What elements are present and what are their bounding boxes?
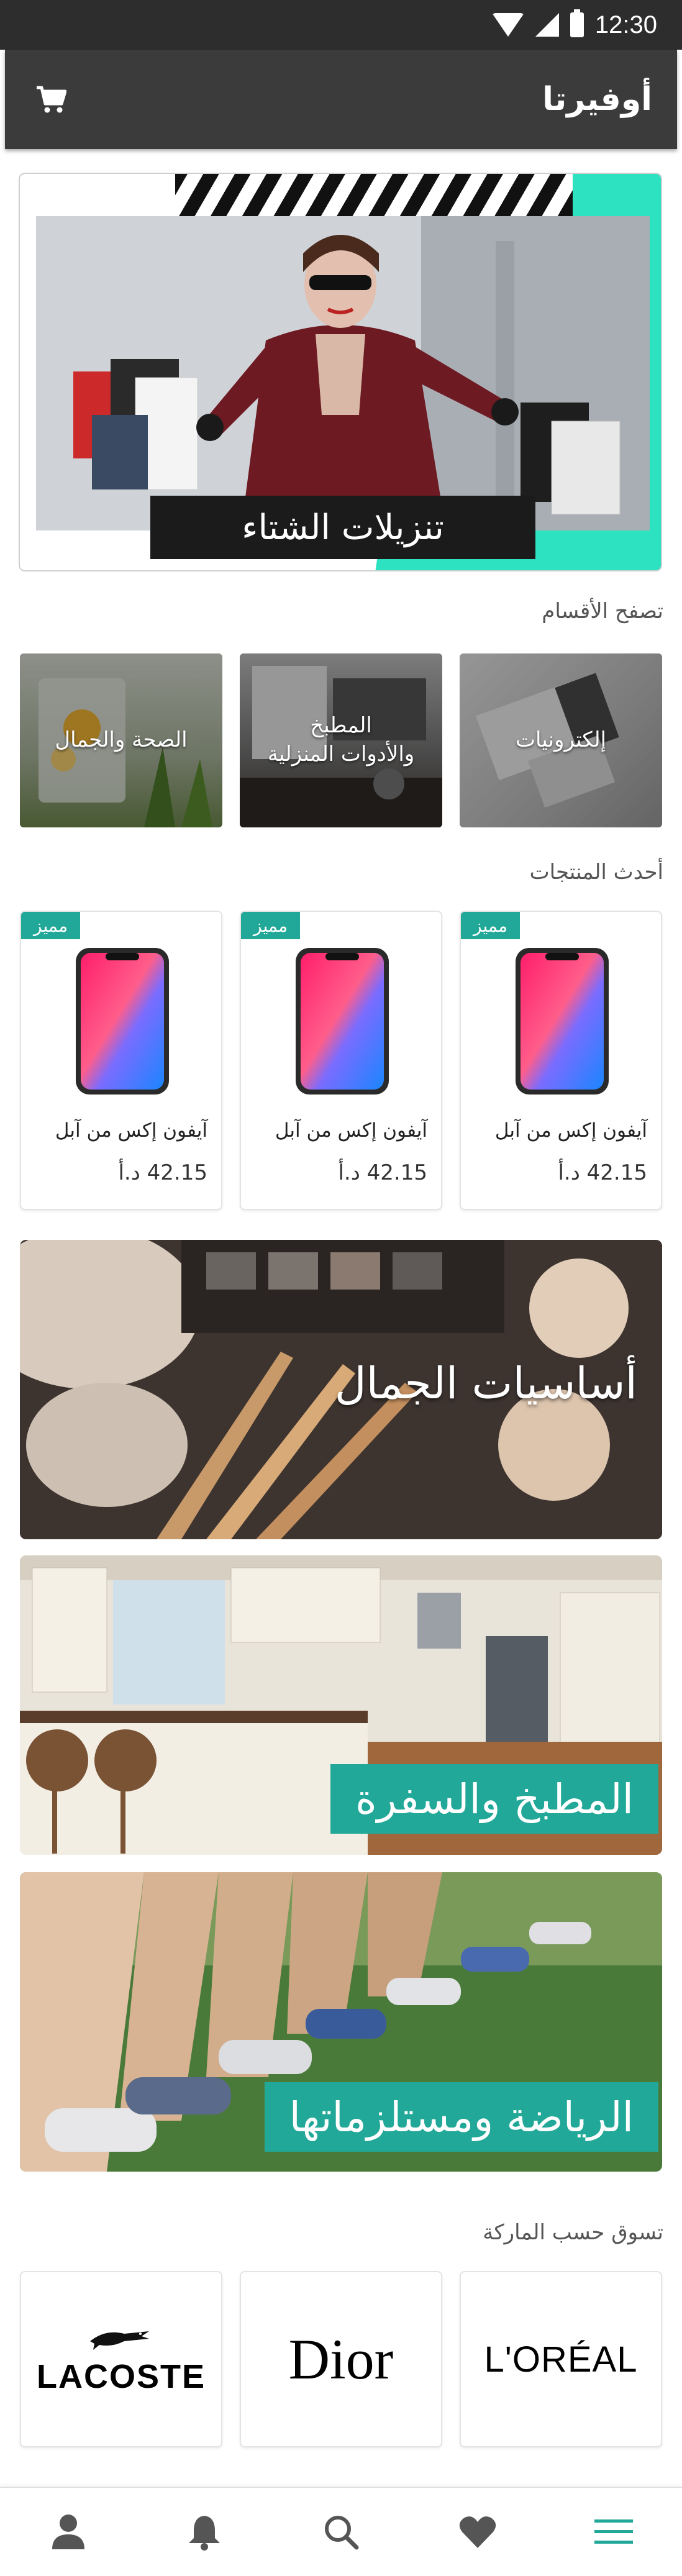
cart-icon — [37, 86, 66, 113]
brands-title: تسوق حسب الماركة — [483, 2220, 663, 2245]
promo-title: الرياضة ومستلزماتها — [264, 2082, 658, 2152]
brand-card-lacoste[interactable]: LACOSTE — [20, 2271, 222, 2447]
battery-icon — [570, 9, 584, 37]
user-icon — [52, 2515, 84, 2549]
featured-badge: مميز — [461, 912, 521, 939]
category-label: المطبخ والأدوات المنزلية — [267, 713, 415, 767]
product-card[interactable]: مميز آيفون إكس من آبل 42.15 د.أ — [240, 911, 442, 1210]
category-electronics[interactable]: إلكترونيات — [460, 653, 662, 827]
cart-button[interactable] — [32, 81, 70, 118]
promo-sports[interactable]: الرياضة ومستلزماتها — [20, 1872, 662, 2172]
app-title: أوفيرتا — [542, 81, 652, 118]
heart-icon — [459, 2516, 496, 2548]
phone-image — [296, 948, 389, 1095]
brand-card-dior[interactable]: Dior — [240, 2271, 442, 2447]
wifi-icon — [491, 13, 524, 37]
menu-icon — [594, 2519, 634, 2544]
category-label: إلكترونيات — [515, 727, 607, 753]
product-card[interactable]: مميز آيفون إكس من آبل 42.15 د.أ — [460, 911, 662, 1210]
nav-menu[interactable] — [586, 2504, 642, 2560]
banner-stripes — [175, 174, 573, 217]
product-name: آيفون إكس من آبل — [275, 1119, 427, 1142]
nav-search[interactable] — [313, 2504, 369, 2560]
promo-beauty[interactable]: أساسيات الجمال — [20, 1240, 662, 1539]
search-icon — [324, 2516, 359, 2550]
nav-notifications[interactable] — [176, 2504, 232, 2560]
crocodile-logo-icon — [90, 2331, 149, 2350]
latest-products-title: أحدث المنتجات — [529, 860, 663, 885]
featured-badge: مميز — [241, 912, 301, 939]
app-bar: أوفيرتا — [5, 50, 677, 149]
category-health-beauty[interactable]: الصحة والجمال — [20, 653, 222, 827]
hero-banner[interactable]: تنزيلات الشتاء — [19, 173, 662, 571]
shopper-illustration — [36, 216, 650, 530]
categories-title: تصفح الأقسام — [542, 599, 663, 624]
signal-icon — [535, 13, 559, 37]
banner-caption: تنزيلات الشتاء — [150, 496, 535, 559]
product-name: آيفون إكس من آبل — [55, 1119, 207, 1142]
category-label: الصحة والجمال — [55, 727, 188, 753]
nav-profile[interactable] — [40, 2504, 96, 2560]
promo-kitchen[interactable]: المطبخ والسفرة — [20, 1555, 662, 1855]
brand-name: Dior — [288, 2328, 394, 2391]
product-price: 42.15 د.أ — [558, 1160, 647, 1185]
product-card[interactable]: مميز آيفون إكس من آبل 42.15 د.أ — [20, 911, 222, 1210]
brand-name: L'ORÉAL — [484, 2339, 638, 2380]
product-price: 42.15 د.أ — [118, 1160, 207, 1185]
promo-title: أساسيات الجمال — [334, 1358, 637, 1409]
product-name: آيفون إكس من آبل — [494, 1119, 647, 1142]
phone-image — [76, 948, 169, 1095]
bottom-navigation — [0, 2487, 682, 2576]
promo-title: المطبخ والسفرة — [330, 1764, 658, 1834]
phone-image — [516, 948, 609, 1095]
category-kitchen[interactable]: المطبخ والأدوات المنزلية — [240, 653, 442, 827]
product-price: 42.15 د.أ — [338, 1160, 427, 1185]
bell-icon — [189, 2516, 221, 2551]
banner-photo — [36, 216, 650, 530]
status-icons: 12:30 — [491, 9, 657, 39]
brand-card-loreal[interactable]: L'ORÉAL — [460, 2271, 662, 2447]
nav-favorites[interactable] — [450, 2504, 506, 2560]
status-time: 12:30 — [594, 11, 657, 39]
status-bar: 12:30 — [0, 0, 682, 50]
brand-name: LACOSTE — [36, 2358, 206, 2395]
featured-badge: مميز — [21, 912, 81, 939]
